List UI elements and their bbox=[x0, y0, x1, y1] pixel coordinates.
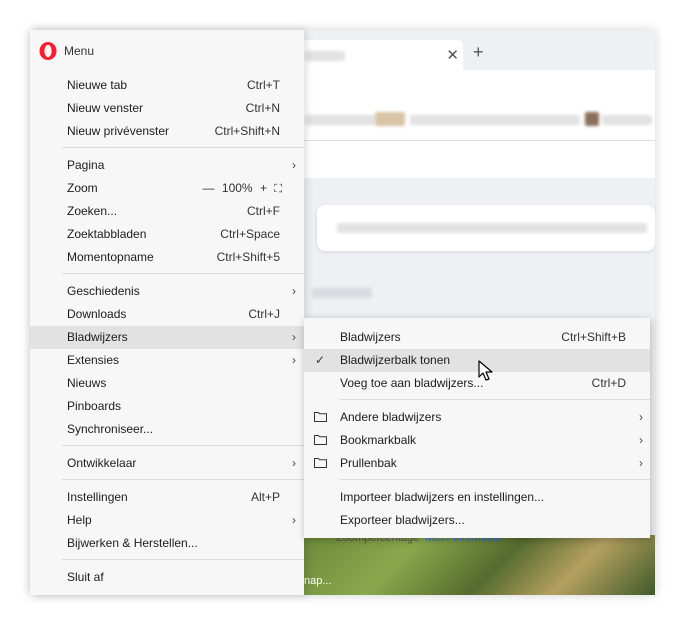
submenu-item-other-bookmarks[interactable]: Andere bladwijzers › bbox=[304, 406, 650, 429]
submenu-item-bookmarks[interactable]: Bladwijzers Ctrl+Shift+B bbox=[304, 326, 650, 349]
menu-item-new-private-window[interactable]: Nieuw privévenster Ctrl+Shift+N bbox=[30, 120, 304, 143]
chevron-right-icon: › bbox=[639, 410, 643, 424]
wallpaper-caption: nap... bbox=[304, 575, 332, 587]
active-tab[interactable]: ✕ bbox=[295, 40, 463, 70]
menu-item-settings[interactable]: Instellingen Alt+P bbox=[30, 486, 304, 509]
menu-item-pinboards[interactable]: Pinboards bbox=[30, 395, 304, 418]
zoom-value: 100% bbox=[221, 181, 253, 195]
menu-item-news[interactable]: Nieuws bbox=[30, 372, 304, 395]
chevron-right-icon: › bbox=[292, 330, 296, 344]
bookmarks-submenu: Bladwijzers Ctrl+Shift+B ✓ Bladwijzerbalk … bbox=[304, 318, 650, 538]
menu-item-history[interactable]: Geschiedenis › bbox=[30, 280, 304, 303]
submenu-item-trash[interactable]: Prullenbak › bbox=[304, 452, 650, 475]
chevron-right-icon: › bbox=[292, 158, 296, 172]
folder-icon bbox=[314, 412, 327, 422]
submenu-item-bookmark-bar[interactable]: Bookmarkbalk › bbox=[304, 429, 650, 452]
submenu-item-add-bookmark[interactable]: Voeg toe aan bladwijzers... Ctrl+D bbox=[304, 372, 650, 395]
divider bbox=[62, 273, 304, 274]
menu-item-search-tabs[interactable]: Zoektabbladen Ctrl+Space bbox=[30, 223, 304, 246]
divider bbox=[62, 147, 304, 148]
main-menu: Menu Nieuwe tab Ctrl+T Nieuw venster Ctrl+… bbox=[30, 30, 304, 595]
mouse-cursor-icon bbox=[478, 360, 493, 381]
menu-item-bookmarks[interactable]: Bladwijzers › bbox=[30, 326, 304, 349]
submenu-item-import[interactable]: Importeer bladwijzers en instellingen... bbox=[304, 486, 650, 509]
chevron-right-icon: › bbox=[292, 456, 296, 470]
fullscreen-icon[interactable]: ⛶ bbox=[274, 178, 282, 201]
menu-item-new-tab[interactable]: Nieuwe tab Ctrl+T bbox=[30, 74, 304, 97]
menu-item-exit[interactable]: Sluit af bbox=[30, 566, 304, 589]
menu-item-zoom: Zoom — 100% + ⛶ bbox=[30, 177, 304, 200]
plus-icon[interactable]: + bbox=[473, 42, 484, 63]
menu-item-extensions[interactable]: Extensies › bbox=[30, 349, 304, 372]
menu-item-find[interactable]: Zoeken... Ctrl+F bbox=[30, 200, 304, 223]
menu-item-help[interactable]: Help › bbox=[30, 509, 304, 532]
content-card bbox=[317, 205, 655, 251]
menu-item-sync[interactable]: Synchroniseer... bbox=[30, 418, 304, 441]
divider bbox=[62, 445, 304, 446]
chevron-right-icon: › bbox=[292, 513, 296, 527]
menu-item-developer[interactable]: Ontwikkelaar › bbox=[30, 452, 304, 475]
chevron-right-icon: › bbox=[292, 353, 296, 367]
zoom-controls: — 100% + ⛶ bbox=[199, 177, 282, 201]
opera-logo bbox=[39, 42, 57, 60]
zoom-out-button[interactable]: — bbox=[203, 181, 215, 195]
chevron-right-icon: › bbox=[292, 284, 296, 298]
menu-item-snapshot[interactable]: Momentopname Ctrl+Shift+5 bbox=[30, 246, 304, 269]
divider bbox=[340, 479, 650, 480]
menu-item-new-window[interactable]: Nieuw venster Ctrl+N bbox=[30, 97, 304, 120]
check-icon: ✓ bbox=[315, 353, 326, 367]
divider bbox=[340, 399, 650, 400]
submenu-item-export[interactable]: Exporteer bladwijzers... bbox=[304, 509, 650, 532]
menu-item-downloads[interactable]: Downloads Ctrl+J bbox=[30, 303, 304, 326]
zoom-in-button[interactable]: + bbox=[260, 181, 267, 195]
divider bbox=[62, 559, 304, 560]
menu-item-page[interactable]: Pagina › bbox=[30, 154, 304, 177]
wallpaper-image bbox=[300, 535, 655, 595]
menu-item-update-recover[interactable]: Bijwerken & Herstellen... bbox=[30, 532, 304, 555]
menu-title: Menu bbox=[64, 44, 95, 58]
chevron-right-icon: › bbox=[639, 433, 643, 447]
close-icon[interactable]: ✕ bbox=[446, 46, 459, 64]
chevron-right-icon: › bbox=[639, 456, 643, 470]
folder-icon bbox=[314, 435, 327, 445]
folder-icon bbox=[314, 458, 327, 468]
divider bbox=[62, 479, 304, 480]
submenu-item-show-bookmarks-bar[interactable]: ✓ Bladwijzerbalk tonen bbox=[304, 349, 650, 372]
menu-header: Menu bbox=[38, 41, 94, 61]
